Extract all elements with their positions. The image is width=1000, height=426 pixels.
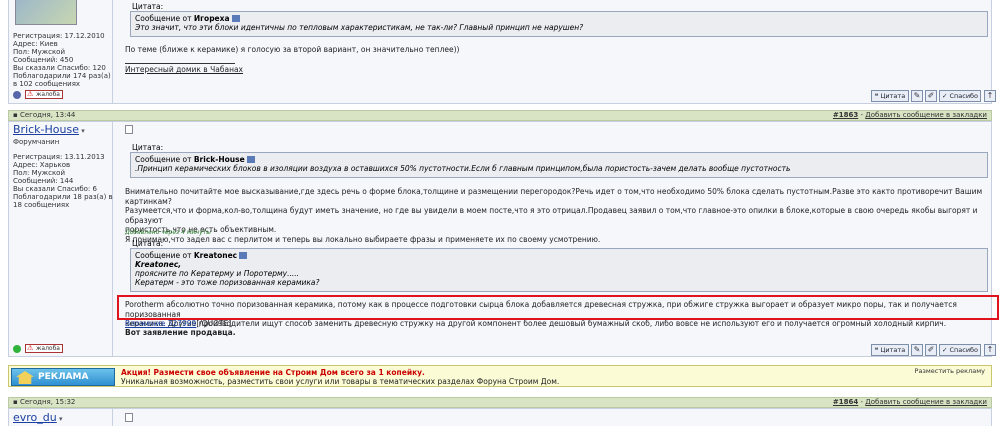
post-3: evro_du ▾ [8, 408, 992, 426]
attachment-tail: [/QUOTE] [196, 319, 232, 328]
quote-label: Цитата: [132, 239, 164, 248]
user-menu-chevron-icon[interactable]: ▾ [57, 415, 63, 423]
quote-label: Цитата: [132, 143, 164, 152]
post-body: Внимательно почитайте мое высказывание,г… [125, 187, 983, 244]
bookmark-link[interactable]: Добавить сообщение в закладки [865, 111, 987, 119]
user-menu-chevron-icon[interactable]: ▾ [79, 127, 85, 135]
user-thanks-given: Вы сказали Спасибо: 120 [13, 64, 106, 72]
post-2-content: Цитата: Сообщение от Brick-House .Принци… [114, 122, 999, 356]
post-1: Регистрация: 17.12.2010 Адрес: Киев Пол:… [8, 0, 996, 104]
username-link[interactable]: evro_du [13, 411, 57, 424]
user-thanks-given: Вы сказали Спасибо: 6 [13, 185, 97, 193]
report-button[interactable]: жалоба [25, 344, 63, 353]
username-link[interactable]: Brick-House [13, 123, 79, 136]
closing-text: Вот заявление продавца. [125, 328, 236, 337]
user-post-count: Сообщений: 450 [13, 56, 74, 64]
user-gender: Пол: Мужской [13, 48, 66, 56]
post-number-link[interactable]: #1864 [833, 398, 858, 406]
quote-text: проясните по Кератерму и Поротерму..... [135, 269, 300, 278]
quote-label: Цитата: [132, 2, 164, 11]
view-post-icon[interactable] [239, 252, 248, 259]
quote-from: Сообщение от Игореха [135, 14, 983, 23]
user-thanks-received: Поблагодарили 18 раз(а) в 18 сообщениях [13, 193, 113, 209]
user-gender: Пол: Мужской [13, 169, 66, 177]
scroll-top-icon[interactable]: ↑ [984, 344, 996, 356]
multiquote-icon[interactable]: ✎ [911, 90, 923, 102]
view-post-icon[interactable] [231, 15, 240, 22]
user-thanks-received: Поблагодарили 174 раз(а) в 102 сообщения… [13, 72, 111, 88]
post-number: #1864 - Добавить сообщение в закладки [832, 398, 987, 406]
quote-block: Сообщение от Игореха Это значит, что эти… [130, 11, 988, 37]
thanks-button[interactable]: ✓ Спасибо [939, 344, 981, 356]
post-number: #1863 - Добавить сообщение в закладки [832, 111, 987, 119]
ad-banner[interactable]: РЕКЛАМА Акция! Размести свое объявление … [8, 365, 992, 387]
signature-divider [125, 63, 235, 64]
quote-block: Сообщение от Brick-House .Принцип керами… [130, 152, 988, 178]
post-2: Brick-House ▾ Форумчанин Регистрация: 13… [8, 121, 999, 357]
quote-text: Кератерм - это тоже поризованная керамик… [135, 278, 320, 287]
attachment-link[interactable]: Вложение 327999 [125, 319, 196, 328]
report-button[interactable]: жалоба [25, 90, 63, 99]
user-post-count: Сообщений: 144 [13, 177, 74, 185]
quote-text: .Принцип керамических блоков в изоляции … [135, 164, 791, 173]
ad-logo[interactable]: РЕКЛАМА [11, 368, 115, 386]
post-3-sidebar: evro_du ▾ [9, 409, 113, 426]
quote-from: Сообщение от Brick-House [135, 155, 983, 164]
ad-headline[interactable]: Акция! Размести свое объявление на Строи… [121, 368, 425, 377]
quote-block: Сообщение от Kreatonec Kreatonec, проясн… [130, 248, 988, 292]
bookmark-link[interactable]: Добавить сообщение в закладки [865, 398, 987, 406]
quote-button[interactable]: ❝ Цитата [871, 90, 909, 102]
place-ad-link[interactable]: Разместить рекламу [915, 367, 985, 375]
added-note: Добавлено через 4 минуты [125, 229, 211, 236]
signature-link[interactable]: Интересный домик в Чабанах [125, 65, 243, 75]
quote-author: Brick-House [193, 155, 245, 164]
user-registration: Регистрация: 13.11.2013 [13, 153, 105, 161]
post-3-header: ▪ Сегодня, 15:32 #1864 - Добавить сообще… [8, 397, 992, 408]
edit-icon[interactable]: ✐ [925, 90, 937, 102]
edit-icon[interactable]: ✐ [925, 344, 937, 356]
post-1-sidebar: Регистрация: 17.12.2010 Адрес: Киев Пол:… [9, 0, 113, 103]
avatar[interactable] [15, 0, 77, 25]
post-2-header: ▪ Сегодня, 13:44 #1863 - Добавить сообще… [8, 110, 992, 121]
post-date: ▪ Сегодня, 15:32 [13, 398, 76, 406]
house-icon [16, 371, 34, 384]
user-address: Адрес: Киев [13, 40, 58, 48]
user-title: Форумчанин [13, 138, 60, 146]
post-2-sidebar: Brick-House ▾ Форумчанин Регистрация: 13… [9, 122, 113, 356]
highlight-box [117, 295, 999, 320]
post-icon [125, 125, 133, 134]
quote-author: Игореха [193, 14, 230, 23]
post-3-content [114, 409, 991, 426]
post-date: ▪ Сегодня, 13:44 [13, 111, 76, 119]
post-body: По теме (ближе к керамике) я голосую за … [125, 45, 460, 54]
scroll-top-icon[interactable]: ↑ [984, 90, 996, 102]
ad-subtext: Уникальная возможность, разместить свои … [121, 377, 560, 386]
thanks-button[interactable]: ✓ Спасибо [939, 90, 981, 102]
view-post-icon[interactable] [246, 156, 255, 163]
quote-button[interactable]: ❝ Цитата [871, 344, 909, 356]
online-status-icon [13, 345, 21, 353]
offline-status-icon [13, 91, 21, 99]
user-registration: Регистрация: 17.12.2010 [13, 32, 105, 40]
post-number-link[interactable]: #1863 [833, 111, 858, 119]
post-icon [125, 413, 133, 422]
post-1-content: Цитата: Сообщение от Игореха Это значит,… [114, 0, 996, 103]
quote-author: Kreatonec [193, 251, 238, 260]
multiquote-icon[interactable]: ✎ [911, 344, 923, 356]
user-address: Адрес: Харьков [13, 161, 71, 169]
quote-text: Kreatonec, [135, 260, 182, 269]
quote-from: Сообщение от Kreatonec [135, 251, 983, 260]
quote-text: Это значит, что эти блоки идентичны по т… [135, 23, 584, 32]
